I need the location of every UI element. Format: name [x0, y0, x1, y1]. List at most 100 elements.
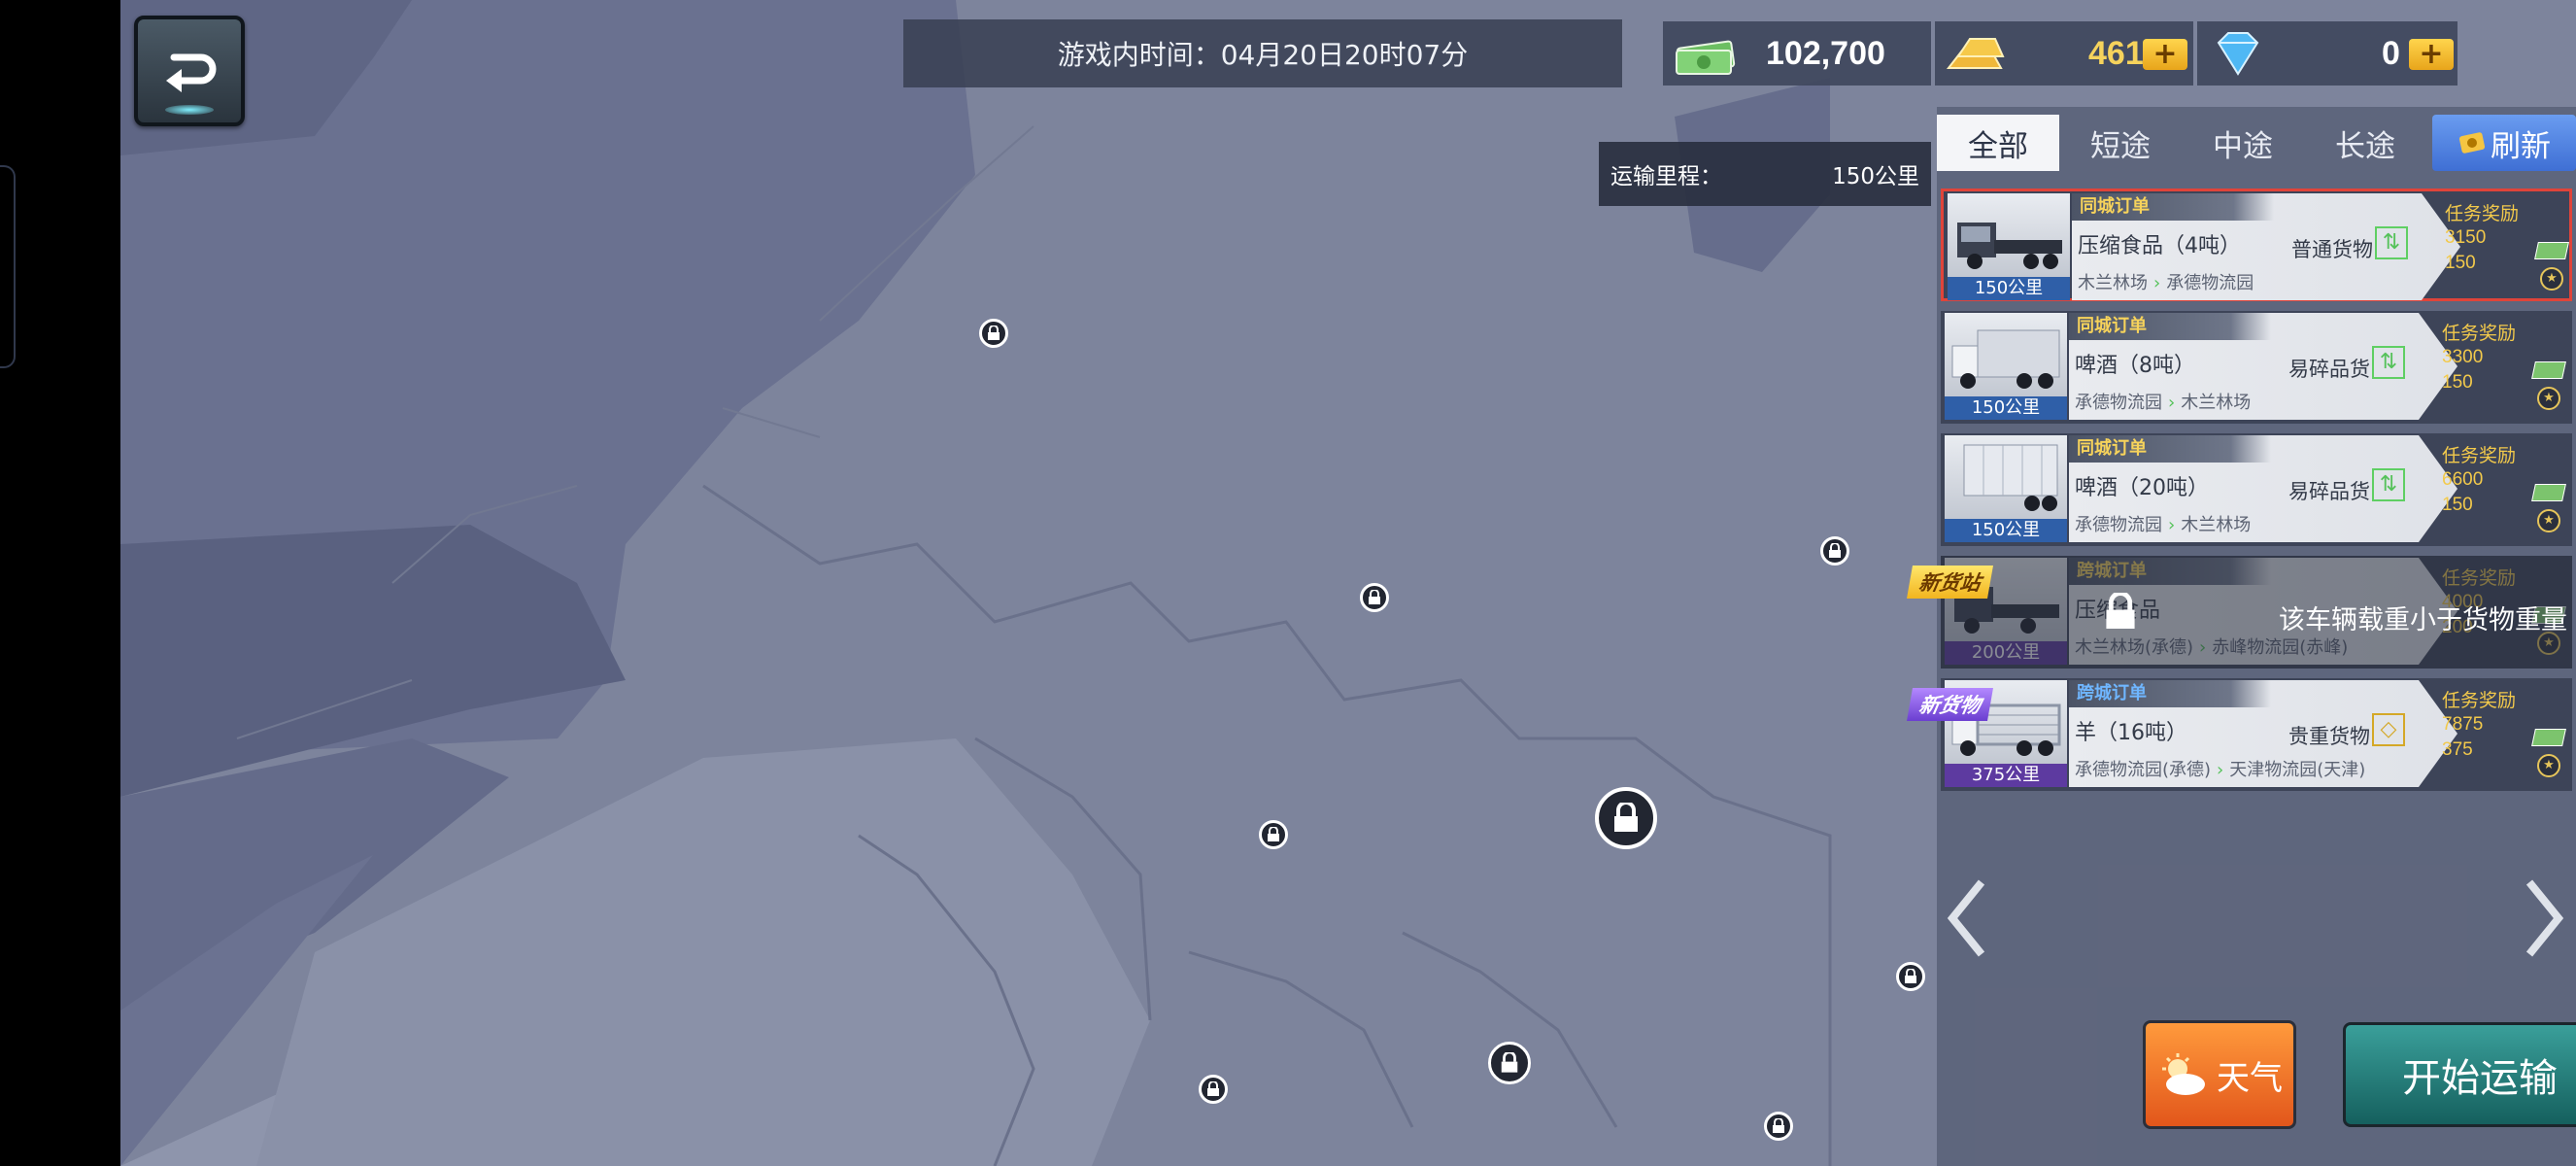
cargo-category: 易碎品货 [2288, 480, 2370, 503]
order-card[interactable]: 150公里 同城订单 啤酒（8吨） 易碎品货 ⇅ 承德物流园 › 木兰林场 任务奖励… [1941, 311, 2572, 424]
cargo-name: 啤酒（8吨） [2075, 354, 2195, 378]
refresh-ticket-icon [2458, 132, 2486, 154]
map-location-pin[interactable] [1896, 962, 1925, 991]
route-arrow-icon: › [2199, 637, 2207, 658]
refresh-button[interactable]: 刷新 [2432, 115, 2576, 171]
order-type: 同城订单 [2072, 193, 2274, 221]
new-cargo-tag: 新货物 [1907, 688, 1993, 721]
cargo-category: 普通货物 [2291, 238, 2373, 261]
route-from: 木兰林场 [2078, 273, 2148, 293]
chevron-right-icon[interactable] [2520, 874, 2568, 962]
cash-icon [2534, 242, 2569, 259]
route-to: 木兰林场 [2181, 393, 2252, 413]
trailer-truck-icon [1963, 444, 2058, 511]
transport-distance-bar: 运输里程： 150公里 [1599, 142, 1931, 206]
order-filter-tabs: 全部 短途 中途 长途 刷新 [1937, 115, 2576, 171]
add-gold-button[interactable]: + [2143, 39, 2187, 70]
cargo-name: 压缩食品（4吨） [2078, 234, 2241, 258]
diamond-counter: 0 + [2197, 21, 2457, 86]
tab-long[interactable]: 长途 [2304, 115, 2426, 171]
cargo-category: 易碎品货 [2288, 358, 2370, 381]
order-route: 木兰林场 › 承德物流园 [2078, 269, 2254, 294]
map-location-pin[interactable] [1360, 583, 1389, 612]
order-distance: 150公里 [1948, 277, 2070, 300]
cash-stack-icon [1676, 40, 1736, 75]
order-route: 承德物流园 › 木兰林场 [2075, 511, 2251, 536]
map-location-pin[interactable] [1820, 536, 1849, 566]
box-truck-icon [1951, 329, 2060, 389]
locked-order-message: 该车辆载重小于货物重量 [2279, 605, 2567, 635]
add-diamond-button[interactable]: + [2409, 39, 2454, 70]
chevron-left-icon[interactable] [1943, 874, 1991, 962]
route-arrow-icon: › [2168, 393, 2176, 413]
map-location-pin[interactable] [1259, 820, 1288, 849]
order-type: 跨城订单 [2069, 558, 2271, 585]
order-route: 承德物流园 › 木兰林场 [2075, 389, 2251, 414]
map-location-pin[interactable] [1764, 1112, 1793, 1141]
return-arrow-icon [166, 53, 217, 92]
gold-bar-icon [1946, 38, 2005, 69]
transport-distance-label: 运输里程： [1610, 164, 1722, 189]
tab-all[interactable]: 全部 [1937, 115, 2059, 171]
order-route: 承德物流园(承德) › 天津物流园(天津) [2075, 756, 2365, 781]
order-info: 同城订单 啤酒（20吨） 易碎品货 ⇅ 承德物流园 › 木兰林场 [2069, 435, 2457, 542]
cargo-box-icon: ⇅ [2372, 468, 2405, 501]
truck-thumbnail: 150公里 [1945, 435, 2067, 542]
start-transport-button[interactable]: 开始运输 [2343, 1022, 2576, 1127]
exp-star-icon: ★ [2537, 387, 2560, 410]
flatbed-truck-icon [1957, 223, 2062, 269]
cargo-box-icon: ⇅ [2375, 226, 2408, 259]
map-location-pin[interactable] [1199, 1075, 1228, 1104]
transport-distance-value: 150公里 [1832, 164, 1919, 189]
order-distance: 375公里 [1945, 764, 2067, 787]
order-card[interactable]: 375公里 跨城订单 羊（16吨） 贵重货物 ◇ 承德物流园(承德) › 天津物流园… [1941, 678, 2572, 791]
order-type: 跨城订单 [2069, 680, 2271, 707]
order-reward: 任务奖励 3300 150 ★ [2442, 319, 2566, 416]
order-distance: 150公里 [1945, 396, 2067, 420]
order-card[interactable]: 150公里 同城订单 压缩食品（4吨） 普通货物 ⇅ 木兰林场 › 承德物流园 任务… [1941, 189, 2572, 301]
sun-cloud-icon [2162, 1053, 2205, 1095]
back-button[interactable] [134, 16, 245, 126]
route-from: 承德物流园 [2075, 393, 2162, 413]
reward-label: 任务奖励 [2442, 445, 2517, 466]
cargo-name: 啤酒（20吨） [2075, 476, 2209, 500]
map-location-pin-medium[interactable] [1488, 1042, 1531, 1084]
route-to: 天津物流园(天津) [2229, 760, 2366, 780]
cargo-box-icon: ⇅ [2372, 346, 2405, 379]
cash-icon [2531, 361, 2566, 379]
tab-medium[interactable]: 中途 [2182, 115, 2304, 171]
order-distance: 200公里 [1945, 641, 2067, 665]
order-card[interactable]: 150公里 同城订单 啤酒（20吨） 易碎品货 ⇅ 承德物流园 › 木兰林场 任务奖… [1941, 433, 2572, 546]
order-reward: 任务奖励 7875 375 ★ [2442, 686, 2566, 783]
route-from: 承德物流园 [2075, 515, 2162, 535]
route-to: 赤峰物流园(赤峰) [2212, 637, 2349, 658]
order-distance: 150公里 [1945, 519, 2067, 542]
weather-button[interactable]: 天气 [2143, 1020, 2296, 1129]
order-type: 同城订单 [2069, 435, 2271, 463]
order-info: 同城订单 压缩食品（4吨） 普通货物 ⇅ 木兰林场 › 承德物流园 [2072, 193, 2460, 300]
gem-icon: ◇ [2372, 713, 2405, 746]
map-location-pin[interactable] [979, 319, 1008, 348]
exp-star-icon: ★ [2537, 509, 2560, 532]
route-arrow-icon: › [2168, 515, 2176, 535]
lock-icon [2106, 593, 2135, 629]
map-location-pin-large[interactable] [1595, 787, 1657, 849]
weather-label: 天气 [2217, 1058, 2283, 1098]
truck-thumbnail: 150公里 [1945, 313, 2067, 420]
route-from: 木兰林场(承德) [2075, 637, 2194, 658]
reward-label: 任务奖励 [2442, 690, 2517, 711]
gold-counter: 461 + [1935, 21, 2193, 86]
cash-icon [2531, 729, 2566, 746]
route-from: 承德物流园(承德) [2075, 760, 2212, 780]
order-info: 跨城订单 羊（16吨） 贵重货物 ◇ 承德物流园(承德) › 天津物流园(天津) [2069, 680, 2457, 787]
tab-short[interactable]: 短途 [2059, 115, 2182, 171]
cash-counter: 102,700 [1663, 21, 1931, 86]
cash-value: 102,700 [1766, 35, 1885, 72]
cargo-name: 羊（16吨） [2075, 721, 2187, 745]
cargo-category: 贵重货物 [2288, 725, 2370, 748]
order-type: 同城订单 [2069, 313, 2271, 340]
order-info: 同城订单 啤酒（8吨） 易碎品货 ⇅ 承德物流园 › 木兰林场 [2069, 313, 2457, 420]
refresh-label: 刷新 [2491, 128, 2551, 164]
route-to: 承德物流园 [2166, 273, 2254, 293]
order-route: 木兰林场(承德) › 赤峰物流园(赤峰) [2075, 634, 2348, 659]
